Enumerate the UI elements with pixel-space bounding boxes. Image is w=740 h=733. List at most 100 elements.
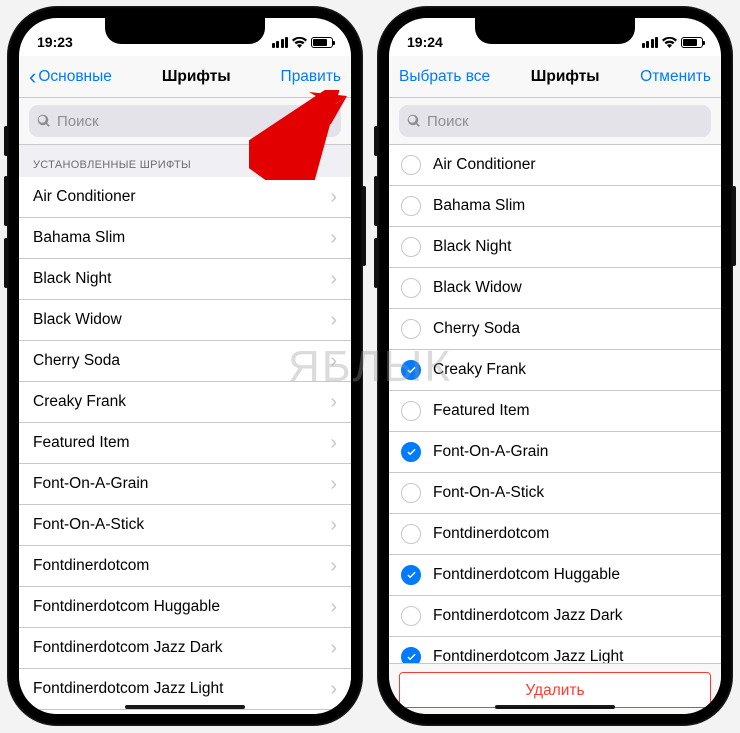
search-placeholder: Поиск (57, 113, 99, 130)
font-name: Cherry Soda (33, 352, 120, 370)
font-name: Font-On-A-Grain (33, 475, 148, 493)
font-name: Creaky Frank (33, 393, 126, 411)
wifi-icon (292, 37, 307, 48)
font-row[interactable]: Cherry Soda› (19, 341, 351, 382)
search-input[interactable]: Поиск (399, 105, 711, 137)
font-name: Fontdinerdotcom (33, 557, 149, 575)
font-row[interactable]: Featured Item › (19, 423, 351, 464)
chevron-right-icon: › (330, 637, 337, 660)
font-edit-row[interactable]: Black Night (389, 227, 721, 268)
wifi-icon (662, 37, 677, 48)
battery-icon (311, 37, 333, 48)
font-row[interactable]: Fontdinerdotcom Loungy› (19, 710, 351, 714)
font-name: Air Conditioner (33, 188, 136, 206)
font-name: Font-On-A-Stick (33, 516, 144, 534)
font-name: Fontdinerdotcom Jazz Light (33, 680, 223, 698)
phone-left-frame: 19:23 ‹ Основные Шрифты Править Поиск (7, 6, 363, 726)
font-edit-row[interactable]: Featured Item (389, 391, 721, 432)
font-edit-row[interactable]: Font-On-A-Grain (389, 432, 721, 473)
chevron-left-icon: ‹ (29, 66, 36, 88)
font-name: Cherry Soda (433, 320, 520, 338)
font-name: Bahama Slim (433, 197, 525, 215)
font-row[interactable]: Bahama Slim › (19, 218, 351, 259)
nav-cancel-button[interactable]: Отменить (640, 68, 711, 86)
font-name: Featured Item (33, 434, 130, 452)
selection-circle[interactable] (401, 360, 421, 380)
font-name: Bahama Slim (33, 229, 125, 247)
selection-circle[interactable] (401, 442, 421, 462)
font-name: Font-On-A-Grain (433, 443, 548, 461)
font-row[interactable]: Font-On-A-Stick › (19, 505, 351, 546)
font-name: Black Widow (33, 311, 122, 329)
font-edit-row[interactable]: Fontdinerdotcom Jazz Light (389, 637, 721, 663)
delete-button[interactable]: Удалить (399, 672, 711, 708)
chevron-right-icon: › (330, 227, 337, 250)
status-time: 19:23 (37, 34, 73, 50)
font-name: Font-On-A-Stick (433, 484, 544, 502)
status-time: 19:24 (407, 34, 443, 50)
battery-icon (681, 37, 703, 48)
font-name: Black Night (33, 270, 111, 288)
nav-select-all-button[interactable]: Выбрать все (399, 68, 490, 86)
font-edit-row[interactable]: Font-On-A-Stick (389, 473, 721, 514)
chevron-right-icon: › (330, 268, 337, 291)
nav-bar: Выбрать все Шрифты Отменить (389, 56, 721, 98)
selection-circle[interactable] (401, 565, 421, 585)
phone-right-frame: 19:24 Выбрать все Шрифты Отменить Поиск … (377, 6, 733, 726)
signal-icon (642, 37, 659, 48)
font-row[interactable]: Black Night › (19, 259, 351, 300)
font-row[interactable]: Fontdinerdotcom Jazz Light › (19, 669, 351, 710)
font-name: Featured Item (433, 402, 530, 420)
font-name: Black Widow (433, 279, 522, 297)
font-row[interactable]: Fontdinerdotcom Huggable› (19, 587, 351, 628)
font-name: Creaky Frank (433, 361, 526, 379)
selection-circle[interactable] (401, 483, 421, 503)
selection-circle[interactable] (401, 237, 421, 257)
font-edit-row[interactable]: Fontdinerdotcom Huggable (389, 555, 721, 596)
nav-title: Шрифты (531, 68, 600, 86)
nav-back-button[interactable]: ‹ Основные (29, 66, 112, 88)
annotation-arrow (249, 90, 351, 180)
selection-circle[interactable] (401, 155, 421, 175)
font-row[interactable]: Black Widow› (19, 300, 351, 341)
chevron-right-icon: › (330, 678, 337, 701)
font-row[interactable]: Font-On-A-Grain › (19, 464, 351, 505)
selection-circle[interactable] (401, 524, 421, 544)
font-name: Black Night (433, 238, 511, 256)
selection-circle[interactable] (401, 606, 421, 626)
font-name: Fontdinerdotcom (433, 525, 549, 543)
selection-circle[interactable] (401, 319, 421, 339)
search-icon (37, 114, 51, 128)
search-icon (407, 114, 421, 128)
font-edit-row[interactable]: Black Widow (389, 268, 721, 309)
chevron-right-icon: › (330, 514, 337, 537)
selection-circle[interactable] (401, 196, 421, 216)
font-row[interactable]: Fontdinerdotcom Jazz Dark › (19, 628, 351, 669)
notch (105, 18, 265, 44)
home-indicator[interactable] (495, 705, 615, 709)
font-name: Fontdinerdotcom Jazz Dark (33, 639, 223, 657)
selection-circle[interactable] (401, 401, 421, 421)
selection-circle[interactable] (401, 278, 421, 298)
chevron-right-icon: › (330, 473, 337, 496)
nav-edit-button[interactable]: Править (281, 68, 341, 86)
font-edit-row[interactable]: Bahama Slim (389, 186, 721, 227)
font-edit-row[interactable]: Cherry Soda (389, 309, 721, 350)
font-row[interactable]: Fontdinerdotcom› (19, 546, 351, 587)
home-indicator[interactable] (125, 705, 245, 709)
font-edit-row[interactable]: Fontdinerdotcom Jazz Dark (389, 596, 721, 637)
notch (475, 18, 635, 44)
font-edit-row[interactable]: Fontdinerdotcom (389, 514, 721, 555)
font-row[interactable]: Air Conditioner › (19, 177, 351, 218)
font-list[interactable]: Air Conditioner › Bahama Slim › Black Night ›… (19, 177, 351, 714)
nav-title: Шрифты (162, 68, 231, 86)
font-name: Fontdinerdotcom Huggable (33, 598, 220, 616)
chevron-right-icon: › (330, 186, 337, 209)
font-row[interactable]: Creaky Frank› (19, 382, 351, 423)
chevron-right-icon: › (330, 432, 337, 455)
nav-back-label: Основные (38, 68, 112, 86)
selection-circle[interactable] (401, 647, 421, 663)
font-edit-row[interactable]: Air Conditioner (389, 145, 721, 186)
font-edit-list[interactable]: Air Conditioner Bahama Slim Black Night Bla… (389, 145, 721, 663)
font-edit-row[interactable]: Creaky Frank (389, 350, 721, 391)
